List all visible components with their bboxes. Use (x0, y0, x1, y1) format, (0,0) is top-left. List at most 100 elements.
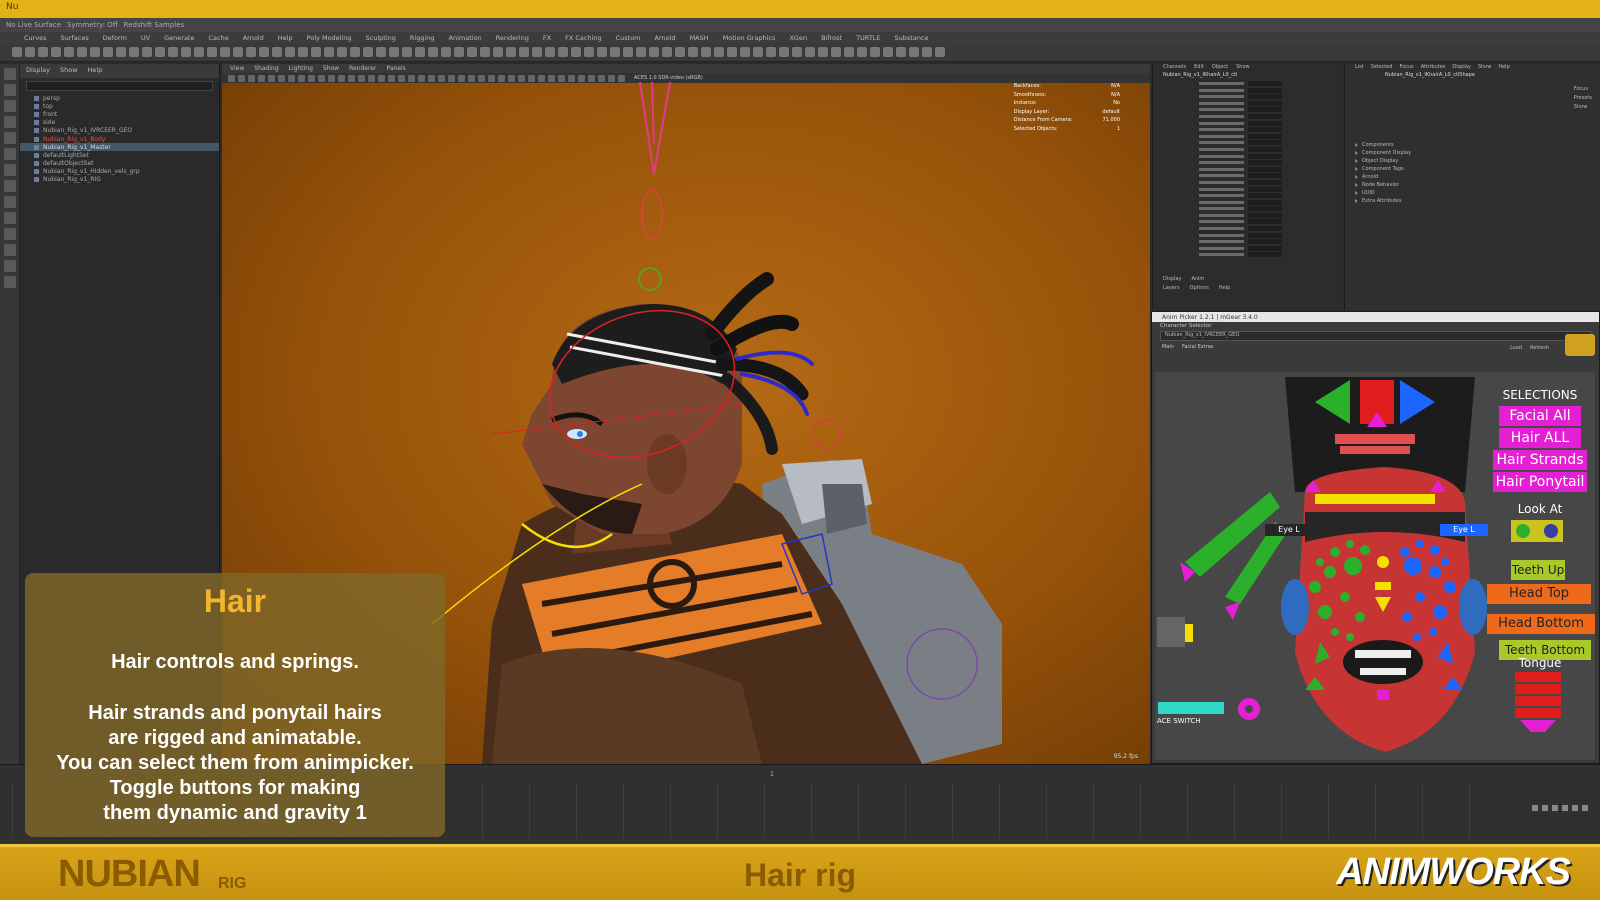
attribute-section[interactable]: Component Tags (1355, 165, 1590, 173)
shelf-tab[interactable]: Arnold (243, 34, 264, 42)
channel-row[interactable] (1153, 80, 1342, 87)
shelf-tool-icon[interactable] (363, 47, 373, 57)
channel-row[interactable] (1153, 159, 1342, 166)
expand-arrow-icon[interactable] (1355, 191, 1358, 195)
picker-tongue-2[interactable] (1515, 684, 1561, 694)
shelf-tool-icon[interactable] (376, 47, 386, 57)
expand-arrow-icon[interactable] (1355, 167, 1358, 171)
shelf-tool-icon[interactable] (818, 47, 828, 57)
tool-icon[interactable] (3, 116, 16, 128)
attribute-menu-item[interactable]: Help (1498, 64, 1509, 72)
outliner-item[interactable]: defaultObjectSet (20, 160, 219, 168)
shelf-tool-icon[interactable] (805, 47, 815, 57)
shelf-tab[interactable]: Poly Modeling (307, 34, 352, 42)
tab-display[interactable]: Display (1163, 276, 1181, 282)
outliner-item[interactable]: Nubian_Rig_v1_Body (20, 135, 219, 143)
shelf-tool-icon[interactable] (103, 47, 113, 57)
outliner-item[interactable]: persp (20, 94, 219, 102)
channel-row[interactable] (1153, 166, 1342, 173)
channel-menu-item[interactable]: Object (1212, 64, 1228, 72)
channel-value-field[interactable] (1248, 193, 1282, 199)
channel-row[interactable] (1153, 212, 1342, 219)
shelf-tool-icon[interactable] (389, 47, 399, 57)
channel-row[interactable] (1153, 238, 1342, 245)
shelf-tab[interactable]: Substance (895, 34, 929, 42)
tool-icon[interactable] (3, 212, 16, 224)
channel-value-field[interactable] (1248, 113, 1282, 119)
shelf-tool-icon[interactable] (25, 47, 35, 57)
attribute-editor-tab[interactable]: Nubian_Rig_v1_IKhairA_L0_ctlShape (1345, 72, 1600, 81)
shelf-tab[interactable]: Motion Graphics (723, 34, 776, 42)
shelf-tool-icon[interactable] (129, 47, 139, 57)
hair-spring-control[interactable] (641, 189, 663, 239)
shelf-tool-icon[interactable] (337, 47, 347, 57)
attribute-menu-item[interactable]: List (1355, 64, 1364, 72)
channel-menu-item[interactable]: Show (1236, 64, 1250, 72)
shelf-tool-icon[interactable] (519, 47, 529, 57)
channel-row[interactable] (1153, 245, 1342, 252)
shelf-tool-icon[interactable] (922, 47, 932, 57)
play-forward-icon[interactable] (1562, 805, 1568, 811)
picker-tongue-3[interactable] (1515, 696, 1561, 706)
attribute-section[interactable]: Component Display (1355, 149, 1590, 157)
tool-icon[interactable] (3, 164, 16, 176)
shelf-tab[interactable]: Help (278, 34, 293, 42)
shelf-tool-icon[interactable] (597, 47, 607, 57)
shelf-tab[interactable]: TURTLE (856, 34, 880, 42)
outliner-item[interactable]: Nubian_Rig_v1_IVRCEER_GEO (20, 127, 219, 135)
shelf-tool-icon[interactable] (675, 47, 685, 57)
refresh-button[interactable]: Refresh (1530, 345, 1549, 351)
channel-row[interactable] (1153, 100, 1342, 107)
picker-teeth-upper[interactable] (1355, 650, 1411, 658)
shelf-tool-icon[interactable] (714, 47, 724, 57)
shelf-tool-icon[interactable] (194, 47, 204, 57)
shelf-tool-icon[interactable] (740, 47, 750, 57)
shelf-tool-icon[interactable] (480, 47, 490, 57)
channel-value-field[interactable] (1248, 127, 1282, 133)
shelf-tool-icon[interactable] (77, 47, 87, 57)
channel-value-field[interactable] (1248, 166, 1282, 172)
channel-value-field[interactable] (1248, 153, 1282, 159)
shelf-tool-icon[interactable] (545, 47, 555, 57)
channel-menu-item[interactable]: Channels (1163, 64, 1186, 72)
shelf-tool-icon[interactable] (584, 47, 594, 57)
play-back-icon[interactable] (1552, 805, 1558, 811)
tool-icon[interactable] (3, 100, 16, 112)
channel-value-field[interactable] (1248, 212, 1282, 218)
tab-anim[interactable]: Anim (1191, 276, 1204, 282)
outliner-item[interactable]: top (20, 102, 219, 110)
channel-row[interactable] (1153, 139, 1342, 146)
outliner-item[interactable]: Nubian_Rig_v1_RIG (20, 176, 219, 184)
tool-icon[interactable] (3, 260, 16, 272)
channel-value-field[interactable] (1248, 226, 1282, 232)
redshift-label[interactable]: Redshift Samples (124, 21, 185, 29)
shelf-tool-icon[interactable] (298, 47, 308, 57)
channel-value-field[interactable] (1248, 179, 1282, 185)
shelf-tab[interactable]: Deform (103, 34, 127, 42)
eye-right-label[interactable]: Eye L (1265, 524, 1313, 536)
character-selector-dropdown[interactable]: Nubian_Rig_v1_IVRCEER_GEO (1160, 331, 1591, 341)
shelf-tool-icon[interactable] (454, 47, 464, 57)
outliner-item[interactable]: side (20, 119, 219, 127)
channel-value-field[interactable] (1248, 173, 1282, 179)
head-aim-control[interactable] (639, 81, 671, 175)
shelf-tool-icon[interactable] (207, 47, 217, 57)
shelf-tool-icon[interactable] (116, 47, 126, 57)
layers-menu-help[interactable]: Help (1219, 285, 1230, 291)
shelf-tool-icon[interactable] (935, 47, 945, 57)
shelf-tab[interactable]: Surfaces (61, 34, 89, 42)
shelf-tool-icon[interactable] (168, 47, 178, 57)
ponytail-gear-control[interactable] (812, 419, 842, 449)
shelf-tool-icon[interactable] (142, 47, 152, 57)
channel-row[interactable] (1153, 232, 1342, 239)
shelf-tool-icon[interactable] (766, 47, 776, 57)
shelf-tool-icon[interactable] (38, 47, 48, 57)
outliner-menu-show[interactable]: Show (60, 66, 78, 76)
channel-value-field[interactable] (1248, 81, 1282, 86)
shelf-tab[interactable]: Cache (208, 34, 228, 42)
shelf-tool-icon[interactable] (896, 47, 906, 57)
shelf-tool-icon[interactable] (571, 47, 581, 57)
go-end-icon[interactable] (1582, 805, 1588, 811)
channel-row[interactable] (1153, 126, 1342, 133)
shelf-tool-icon[interactable] (831, 47, 841, 57)
